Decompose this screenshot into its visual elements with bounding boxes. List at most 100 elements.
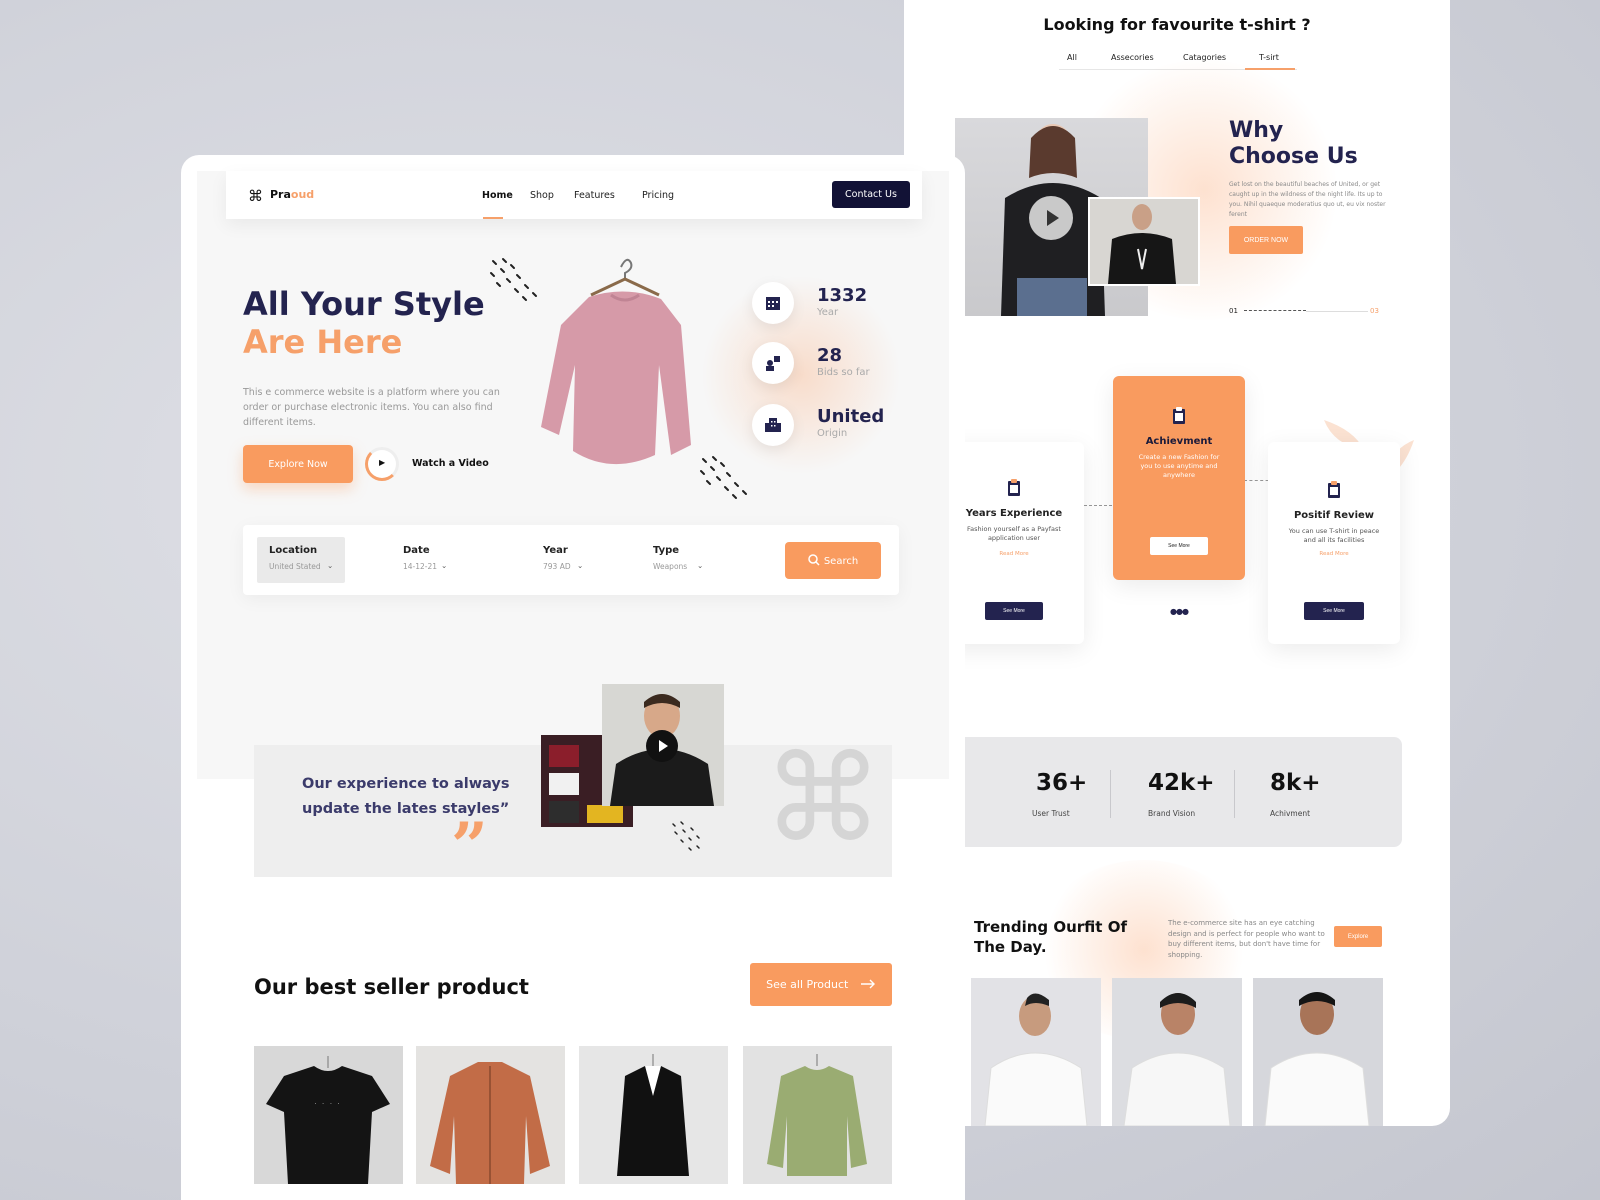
experience-quote: Our experience to always update the late… bbox=[302, 776, 510, 817]
card-description: Fashion yourself as a Payfast applicatio… bbox=[967, 525, 1061, 542]
location-label: Location bbox=[269, 545, 318, 556]
nav-active-indicator bbox=[483, 217, 503, 219]
orange-glow bbox=[701, 275, 901, 475]
stat-bids-value: 28 bbox=[817, 345, 843, 366]
stat-year-value: 1332 bbox=[817, 285, 868, 306]
year-value[interactable]: 793 AD bbox=[543, 562, 571, 571]
stat-icon-circle bbox=[752, 404, 794, 446]
best-seller-title: Our best seller product bbox=[254, 975, 529, 999]
stat-achievement-value: 8k+ bbox=[1270, 770, 1321, 796]
why-choose-text: Get lost on the beautiful beaches of Uni… bbox=[1229, 181, 1386, 218]
watch-video-label[interactable]: Watch a Video bbox=[412, 458, 489, 469]
stat-user-trust-value: 36+ bbox=[1036, 770, 1088, 796]
slide-progress bbox=[1244, 310, 1306, 311]
trending-title: Trending Ourfit Of The Day. bbox=[974, 918, 1127, 956]
video-play-button[interactable] bbox=[646, 730, 678, 762]
card-title: Positif Review bbox=[1293, 510, 1375, 521]
play-icon: ▶ bbox=[379, 458, 386, 467]
card-positive-review: Positif Review You can use T-shirt in pe… bbox=[1268, 442, 1400, 644]
contact-us-button[interactable]: Contact Us bbox=[832, 181, 910, 208]
search-filter-bar: Location United Stated ⌄ Date 14-12-21 ⌄… bbox=[243, 525, 899, 595]
date-value[interactable]: 14-12-21 bbox=[403, 562, 437, 571]
slide-track bbox=[1306, 311, 1368, 312]
trending-photo-2[interactable] bbox=[1112, 978, 1242, 1126]
see-more-button[interactable]: See More bbox=[985, 602, 1043, 620]
divider bbox=[1234, 770, 1235, 818]
trending-text: The e-commerce site has an eye catching … bbox=[1168, 919, 1325, 959]
model-photo-man bbox=[1088, 197, 1200, 286]
stat-brand-vision-value: 42k+ bbox=[1148, 770, 1215, 796]
see-more-button[interactable]: See More bbox=[1150, 537, 1208, 555]
nav-pricing[interactable]: Pricing bbox=[642, 190, 674, 201]
hero-description: This e commerce website is a platform wh… bbox=[243, 387, 500, 428]
card-achievement: Achievment Create a new Fashion for you … bbox=[1113, 376, 1245, 580]
date-label: Date bbox=[403, 545, 430, 556]
building-icon bbox=[765, 418, 781, 432]
nav-home[interactable]: Home bbox=[482, 190, 513, 201]
product-card-black-blazer[interactable] bbox=[579, 1046, 728, 1184]
nav-features[interactable]: Features bbox=[574, 190, 615, 201]
stat-origin-value: United bbox=[817, 406, 885, 427]
nav-shop[interactable]: Shop bbox=[530, 190, 554, 201]
carousel-dots[interactable]: ●●● bbox=[1170, 607, 1189, 616]
play-button[interactable] bbox=[1029, 196, 1073, 240]
slide-end-label: 03 bbox=[1370, 307, 1379, 315]
card-title: Years Experience bbox=[965, 508, 1063, 519]
order-now-button[interactable]: ORDER NOW bbox=[1229, 226, 1303, 254]
user-exchange-icon bbox=[766, 356, 780, 371]
tab-all[interactable]: All bbox=[1067, 53, 1077, 62]
divider bbox=[1110, 770, 1111, 818]
hero-title-line1: All Your Style bbox=[243, 285, 485, 323]
clipboard-icon bbox=[1173, 407, 1185, 424]
watch-video-play-button[interactable]: ▶ bbox=[365, 447, 399, 481]
top-navbar: ⌘ Praoud Home Shop Features Pricing Cont… bbox=[226, 171, 922, 219]
command-watermark-icon: ⌘ bbox=[763, 730, 883, 869]
product-card-orange-jacket[interactable] bbox=[416, 1046, 565, 1184]
quote-mark-icon: ” bbox=[451, 809, 488, 884]
location-filter[interactable] bbox=[257, 537, 345, 583]
clipboard-icon bbox=[1328, 481, 1340, 498]
calendar-icon bbox=[766, 297, 780, 310]
see-more-button[interactable]: See More bbox=[1304, 602, 1364, 620]
read-more-link[interactable]: Read More bbox=[1268, 551, 1400, 557]
right-landing-panel: Looking for favourite t-shirt ? All Asse… bbox=[904, 0, 1450, 1126]
tab-accessories[interactable]: Assecories bbox=[1111, 53, 1154, 62]
left-landing-panel: ⌘ Praoud Home Shop Features Pricing Cont… bbox=[181, 155, 965, 1200]
chevron-down-icon: ⌄ bbox=[327, 561, 334, 570]
chevron-down-icon: ⌄ bbox=[441, 561, 448, 570]
year-label: Year bbox=[543, 545, 568, 556]
search-button[interactable]: Search bbox=[785, 542, 881, 579]
card-description: You can use T-shirt in peace and all its… bbox=[1288, 527, 1380, 544]
clipboard-icon bbox=[1008, 479, 1020, 496]
card-years-experience: Years Experience Fashion yourself as a P… bbox=[944, 442, 1084, 644]
brand-logo[interactable]: Praoud bbox=[270, 188, 314, 201]
decorative-dash-pattern bbox=[700, 456, 747, 499]
product-card-black-tshirt[interactable]: · · · · bbox=[254, 1046, 403, 1184]
stat-icon-circle bbox=[752, 342, 794, 384]
stat-year-label: Year bbox=[817, 307, 839, 318]
pink-sweater-image bbox=[541, 258, 691, 465]
command-logo-icon: ⌘ bbox=[248, 187, 263, 205]
stat-user-trust-label: User Trust bbox=[1032, 809, 1070, 818]
trending-photo-1[interactable] bbox=[971, 978, 1101, 1126]
read-more-link[interactable]: Read More bbox=[944, 551, 1084, 557]
see-all-products-button[interactable]: See all Product bbox=[750, 963, 892, 1006]
stat-origin-label: Origin bbox=[817, 428, 848, 439]
type-label: Type bbox=[653, 545, 680, 556]
type-value[interactable]: Weapons bbox=[653, 562, 687, 571]
location-value: United Stated bbox=[269, 562, 321, 571]
tab-tshirt[interactable]: T-sirt bbox=[1259, 53, 1279, 62]
explore-now-button[interactable]: Explore Now bbox=[243, 445, 353, 483]
stat-achievement-label: Achivment bbox=[1270, 809, 1311, 818]
card-title: Achievment bbox=[1145, 436, 1213, 447]
search-icon bbox=[808, 554, 820, 566]
play-icon bbox=[659, 740, 668, 752]
play-icon bbox=[1047, 210, 1059, 226]
product-card-green-sweater[interactable] bbox=[743, 1046, 892, 1184]
stat-bids-label: Bids so far bbox=[817, 367, 870, 378]
trending-photo-3[interactable] bbox=[1253, 978, 1383, 1126]
slide-start-label: 01 bbox=[1229, 307, 1238, 315]
explore-button[interactable]: Explore bbox=[1334, 926, 1382, 947]
stat-icon-circle bbox=[752, 282, 794, 324]
decorative-dash-pattern bbox=[672, 821, 700, 851]
